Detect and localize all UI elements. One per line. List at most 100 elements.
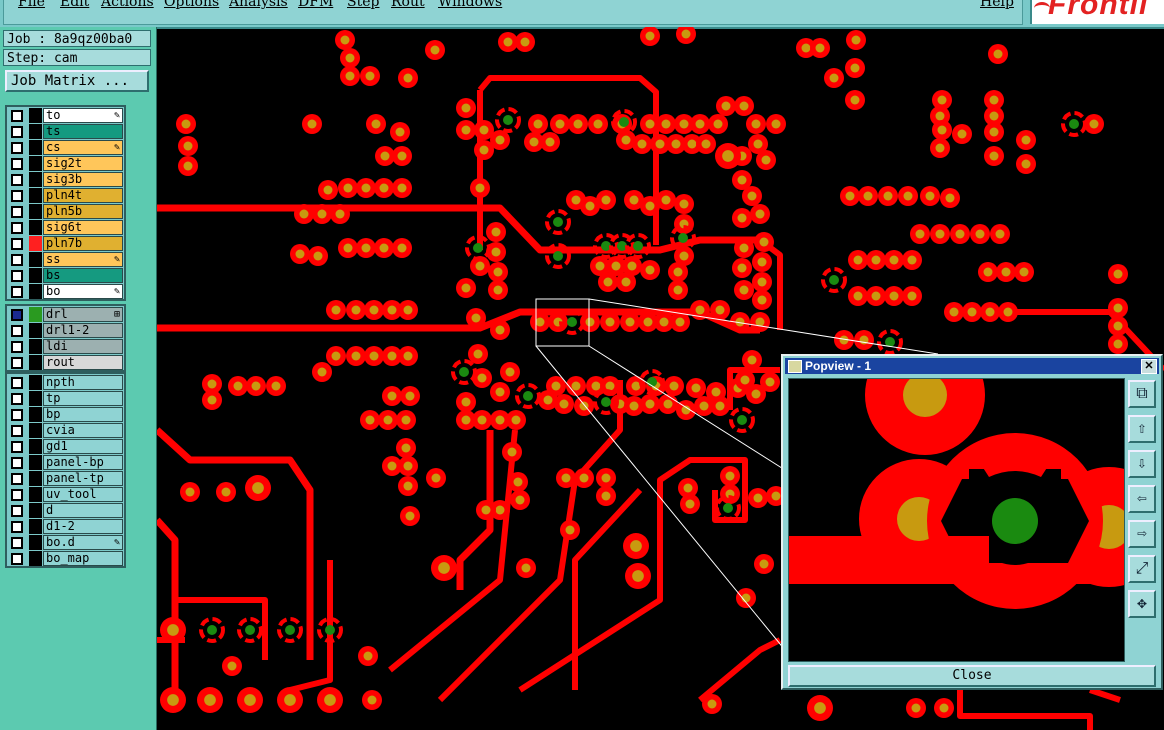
menu-actions[interactable]: Actions	[101, 0, 154, 10]
popview-tool-5-icon[interactable]: ⇨	[1128, 520, 1156, 548]
layer-checkbox[interactable]	[11, 489, 23, 501]
job-matrix-button[interactable]: Job Matrix ...	[5, 70, 149, 92]
popview-close-button[interactable]: Close	[788, 665, 1156, 687]
layer-color-swatch[interactable]	[29, 108, 42, 123]
layer-row-cvia[interactable]: cvia	[7, 423, 124, 438]
popview-canvas[interactable]	[788, 378, 1125, 662]
popview-titlebar[interactable]: Popview - 1 ✕	[785, 358, 1159, 374]
layer-row-drl[interactable]: drl ⊞	[7, 307, 124, 322]
layer-name[interactable]: bo_map	[43, 551, 123, 566]
layer-checkbox[interactable]	[11, 206, 23, 218]
layer-checkbox[interactable]	[11, 537, 23, 549]
layer-checkbox[interactable]	[11, 110, 23, 122]
layer-color-swatch[interactable]	[29, 519, 42, 534]
layer-color-swatch[interactable]	[29, 423, 42, 438]
layer-row-tp[interactable]: tp	[7, 391, 124, 406]
layer-color-swatch[interactable]	[29, 140, 42, 155]
menu-help[interactable]: Help	[980, 0, 1014, 10]
menu-edit[interactable]: Edit	[60, 0, 89, 10]
popview-tool-2-icon[interactable]: ⇧	[1128, 415, 1156, 443]
menu-rout[interactable]: Rout	[391, 0, 425, 10]
menu-file[interactable]: File	[18, 0, 45, 10]
layer-name[interactable]: tp	[43, 391, 123, 406]
layer-checkbox[interactable]	[11, 254, 23, 266]
layer-row-sig6t[interactable]: sig6t	[7, 220, 124, 235]
layer-row-ldi[interactable]: ldi	[7, 339, 124, 354]
layer-name[interactable]: ldi	[43, 339, 123, 354]
layer-checkbox[interactable]	[11, 393, 23, 405]
layer-name[interactable]: sig6t	[43, 220, 123, 235]
layer-color-swatch[interactable]	[29, 439, 42, 454]
layer-checkbox[interactable]	[11, 377, 23, 389]
layer-name[interactable]: bs	[43, 268, 123, 283]
layer-color-swatch[interactable]	[29, 220, 42, 235]
layer-row-sig3b[interactable]: sig3b	[7, 172, 124, 187]
layer-checkbox[interactable]	[11, 286, 23, 298]
layer-color-swatch[interactable]	[29, 375, 42, 390]
popview-tool-7-icon[interactable]: ✥	[1128, 590, 1156, 618]
layer-name[interactable]: ts	[43, 124, 123, 139]
layer-color-swatch[interactable]	[29, 455, 42, 470]
layer-row-to[interactable]: to ✎	[7, 108, 124, 123]
layer-color-swatch[interactable]	[29, 172, 42, 187]
menu-windows[interactable]: Windows	[438, 0, 502, 10]
layer-row-cs[interactable]: cs ✎	[7, 140, 124, 155]
layer-row-panel-bp[interactable]: panel-bp	[7, 455, 124, 470]
layer-name[interactable]: gd1	[43, 439, 123, 454]
layer-name[interactable]: panel-tp	[43, 471, 123, 486]
layer-color-swatch[interactable]	[29, 407, 42, 422]
layer-checkbox[interactable]	[11, 270, 23, 282]
layer-name[interactable]: drl1-2	[43, 323, 123, 338]
layer-checkbox[interactable]	[11, 357, 23, 369]
layer-name[interactable]: panel-bp	[43, 455, 123, 470]
layer-color-swatch[interactable]	[29, 284, 42, 299]
menu-analysis[interactable]: Analysis	[229, 0, 288, 10]
layer-row-bo[interactable]: bo ✎	[7, 284, 124, 299]
layer-row-pln4t[interactable]: pln4t	[7, 188, 124, 203]
layer-row-ts[interactable]: ts	[7, 124, 124, 139]
layer-row-bo-map[interactable]: bo_map	[7, 551, 124, 566]
menu-dfm[interactable]: DFM	[298, 0, 333, 10]
layer-checkbox[interactable]	[11, 457, 23, 469]
layer-row-gd1[interactable]: gd1	[7, 439, 124, 454]
layer-checkbox[interactable]	[11, 473, 23, 485]
layer-row-pln7b[interactable]: pln7b	[7, 236, 124, 251]
layer-row-ss[interactable]: ss ✎	[7, 252, 124, 267]
layer-color-swatch[interactable]	[29, 391, 42, 406]
layer-name[interactable]: pln7b	[43, 236, 123, 251]
layer-row-d1-2[interactable]: d1-2	[7, 519, 124, 534]
layer-row-bs[interactable]: bs	[7, 268, 124, 283]
layer-name[interactable]: bp	[43, 407, 123, 422]
layer-name[interactable]: pln4t	[43, 188, 123, 203]
layer-row-d[interactable]: d	[7, 503, 124, 518]
layer-checkbox[interactable]	[11, 425, 23, 437]
layer-name[interactable]: cs ✎	[43, 140, 123, 155]
layer-color-swatch[interactable]	[29, 503, 42, 518]
layer-name[interactable]: drl ⊞	[43, 307, 123, 322]
layer-checkbox[interactable]	[11, 341, 23, 353]
layer-color-swatch[interactable]	[29, 124, 42, 139]
close-icon[interactable]: ✕	[1141, 359, 1157, 374]
layer-color-swatch[interactable]	[29, 339, 42, 354]
layer-checkbox[interactable]	[11, 174, 23, 186]
layer-name[interactable]: cvia	[43, 423, 123, 438]
layer-checkbox[interactable]	[11, 553, 23, 565]
layer-name[interactable]: d1-2	[43, 519, 123, 534]
layer-color-swatch[interactable]	[29, 156, 42, 171]
menu-step[interactable]: Step	[347, 0, 379, 10]
layer-checkbox[interactable]	[11, 238, 23, 250]
layer-color-swatch[interactable]	[29, 307, 42, 322]
layer-name[interactable]: sig2t	[43, 156, 123, 171]
layer-row-drl1-2[interactable]: drl1-2	[7, 323, 124, 338]
layer-color-swatch[interactable]	[29, 535, 42, 550]
menu-options[interactable]: Options	[164, 0, 219, 10]
popview-tool-6-icon[interactable]: ⤢	[1128, 555, 1156, 583]
layer-name[interactable]: to ✎	[43, 108, 123, 123]
layer-row-uv-tool[interactable]: uv_tool	[7, 487, 124, 502]
layer-row-npth[interactable]: npth	[7, 375, 124, 390]
layer-name[interactable]: rout	[43, 355, 123, 370]
layer-row-bp[interactable]: bp	[7, 407, 124, 422]
layer-color-swatch[interactable]	[29, 236, 42, 251]
layer-color-swatch[interactable]	[29, 471, 42, 486]
layer-checkbox[interactable]	[11, 325, 23, 337]
